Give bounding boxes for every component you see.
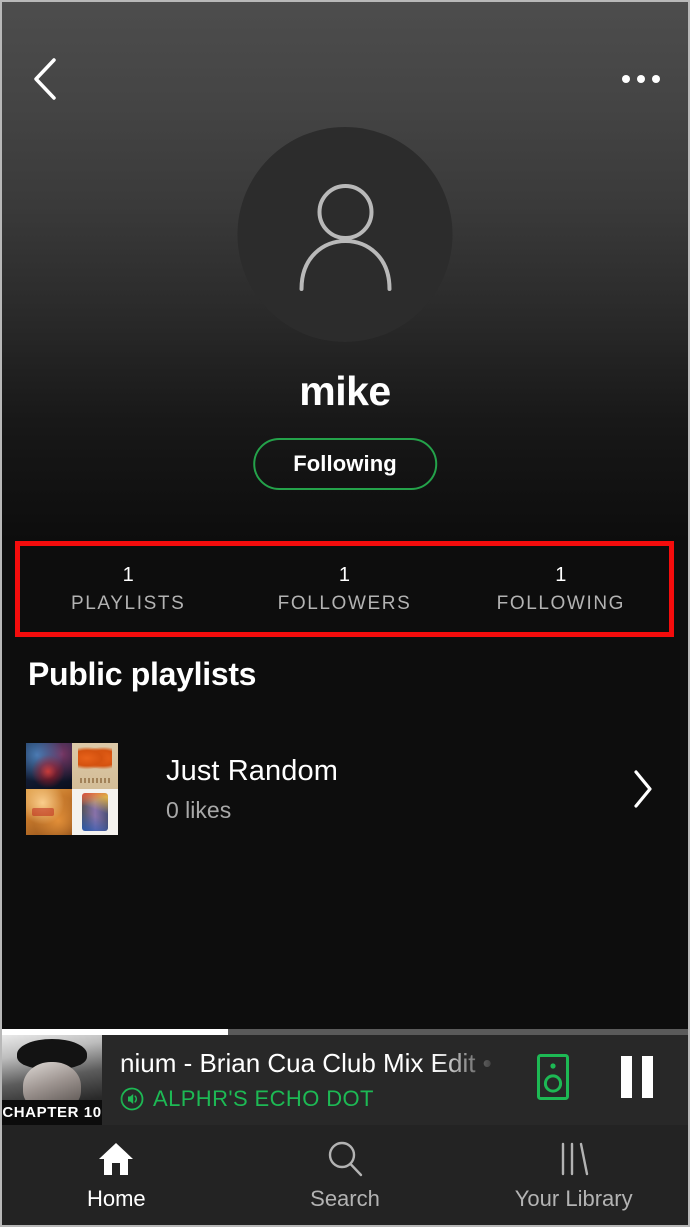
cover-art-1 <box>26 743 72 789</box>
nav-item-search[interactable]: Search <box>231 1125 460 1225</box>
more-options-icon-dot-1 <box>622 75 630 83</box>
connect-device-button[interactable] <box>526 1050 580 1104</box>
more-options-icon-dot-3 <box>652 75 660 83</box>
library-icon <box>555 1139 593 1179</box>
spotify-profile-screen: mike Following 1 PLAYLISTS 1 FOLLOWERS 1… <box>0 0 690 1227</box>
top-bar <box>0 0 690 155</box>
playlist-cover-mosaic <box>26 743 118 835</box>
nav-item-your-library[interactable]: Your Library <box>459 1125 688 1225</box>
playlist-meta: Just Random 0 likes <box>166 755 622 824</box>
page-title: mike <box>299 368 391 414</box>
nav-item-search-label: Search <box>310 1185 380 1211</box>
stats-highlight-box <box>15 541 674 637</box>
bottom-navigation: Home Search Your Library <box>2 1125 688 1225</box>
cover-art-3 <box>26 789 72 835</box>
back-button[interactable] <box>14 48 76 110</box>
section-heading: Public playlists <box>28 656 257 692</box>
playlist-open-button[interactable] <box>622 763 664 815</box>
now-playing-text: nium - Brian Cua Club Mix Edit • Ch ALPH… <box>102 1035 502 1125</box>
album-art-caption: CHAPTER 10 <box>2 1104 102 1121</box>
now-playing-device-label: ALPHR'S ECHO DOT <box>153 1086 374 1111</box>
now-playing-bar[interactable]: CHAPTER 10 nium - Brian Cua Club Mix Edi… <box>2 1029 688 1125</box>
search-icon <box>326 1139 364 1179</box>
nav-item-library-label: Your Library <box>514 1185 633 1211</box>
nav-item-home[interactable]: Home <box>2 1125 231 1225</box>
now-playing-album-art: CHAPTER 10 <box>2 1035 102 1125</box>
list-item[interactable]: Just Random 0 likes <box>0 739 690 839</box>
pause-button[interactable] <box>608 1048 666 1106</box>
public-playlists-section: Public playlists Just Random 0 likes <box>0 650 690 839</box>
pause-icon-bar-2 <box>642 1056 653 1098</box>
pause-icon-bar-1 <box>621 1056 632 1098</box>
now-playing-track-title: nium - Brian Cua Club Mix Edit • Ch <box>120 1048 502 1078</box>
playlist-name: Just Random <box>166 754 338 787</box>
nav-item-home-label: Home <box>86 1185 146 1211</box>
now-playing-device-line: ALPHR'S ECHO DOT <box>120 1086 502 1112</box>
cover-art-4 <box>72 789 118 835</box>
speaker-icon <box>537 1054 569 1100</box>
volume-speaker-icon <box>120 1087 144 1111</box>
avatar[interactable] <box>237 127 453 342</box>
follow-button[interactable]: Following <box>253 438 437 490</box>
more-options-button[interactable] <box>612 50 670 108</box>
playlist-likes: 0 likes <box>166 796 232 823</box>
more-options-icon-dot-2 <box>637 75 645 83</box>
cover-art-2 <box>72 743 118 789</box>
person-avatar-icon <box>299 183 391 291</box>
home-icon <box>97 1139 135 1179</box>
chevron-right-icon <box>634 770 652 808</box>
chevron-left-icon <box>34 58 56 100</box>
